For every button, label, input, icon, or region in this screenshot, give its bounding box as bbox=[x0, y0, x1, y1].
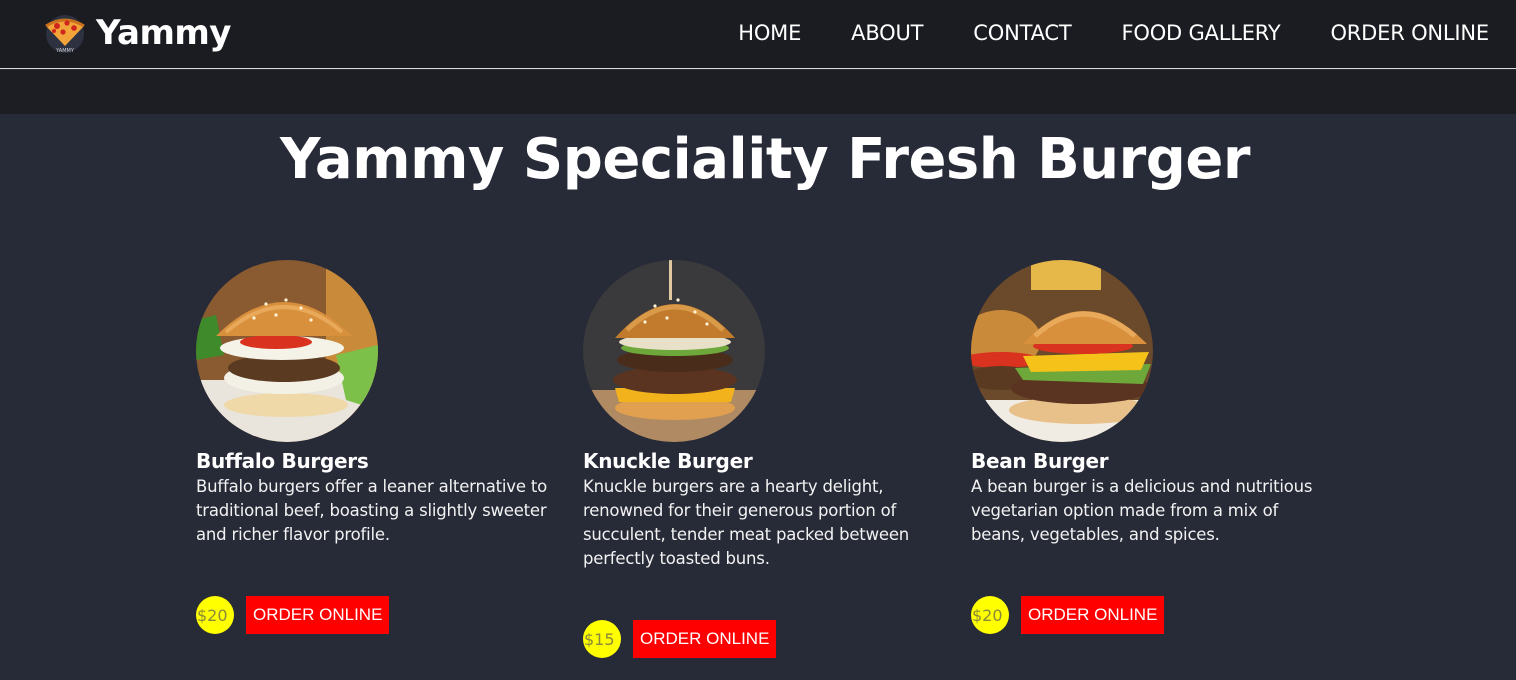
header-band bbox=[0, 70, 1516, 114]
order-online-button[interactable]: ORDER ONLINE bbox=[1021, 596, 1165, 634]
nav-contact[interactable]: CONTACT bbox=[973, 18, 1071, 48]
section-title: Yammy Speciality Fresh Burger bbox=[280, 127, 1250, 192]
order-online-button[interactable]: ORDER ONLINE bbox=[246, 596, 390, 634]
product-name: Bean Burger bbox=[971, 449, 1109, 473]
product-description: Knuckle burgers are a hearty delight, re… bbox=[583, 477, 910, 568]
nav-about[interactable]: ABOUT bbox=[851, 18, 923, 48]
price-badge: $20 bbox=[196, 596, 234, 634]
buffalo-burger-image bbox=[196, 260, 378, 442]
navbar: YAMMY Yammy HOME ABOUT CONTACT FOOD GALL… bbox=[0, 0, 1516, 69]
logo-caption: YAMMY bbox=[55, 48, 75, 54]
product-name: Knuckle Burger bbox=[583, 449, 753, 473]
knuckle-burger-image bbox=[583, 260, 765, 442]
product-card: Bean Burger A bean burger is a delicious… bbox=[971, 260, 1331, 547]
order-online-button[interactable]: ORDER ONLINE bbox=[633, 620, 777, 658]
product-name: Buffalo Burgers bbox=[196, 449, 369, 473]
nav-home[interactable]: HOME bbox=[738, 18, 801, 48]
product-card: Buffalo Burgers Buffalo burgers offer a … bbox=[196, 260, 556, 547]
brand-name: Yammy bbox=[96, 13, 231, 53]
price-row: $15 ORDER ONLINE bbox=[583, 620, 777, 658]
price-row: $20 ORDER ONLINE bbox=[971, 596, 1165, 634]
product-description: Buffalo burgers offer a leaner alternati… bbox=[196, 477, 547, 544]
main-nav: HOME ABOUT CONTACT FOOD GALLERY ORDER ON… bbox=[688, 18, 1489, 48]
brand-logo[interactable]: YAMMY Yammy bbox=[40, 10, 231, 56]
price-badge: $15 bbox=[583, 620, 621, 658]
nav-order-online[interactable]: ORDER ONLINE bbox=[1330, 18, 1489, 48]
price-row: $20 ORDER ONLINE bbox=[196, 596, 390, 634]
price-badge: $20 bbox=[971, 596, 1009, 634]
bean-burger-image bbox=[971, 260, 1153, 442]
pizza-logo-icon: YAMMY bbox=[40, 12, 90, 54]
product-card: Knuckle Burger Knuckle burgers are a hea… bbox=[583, 260, 943, 571]
nav-food-gallery[interactable]: FOOD GALLERY bbox=[1121, 18, 1280, 48]
product-description: A bean burger is a delicious and nutriti… bbox=[971, 477, 1313, 544]
